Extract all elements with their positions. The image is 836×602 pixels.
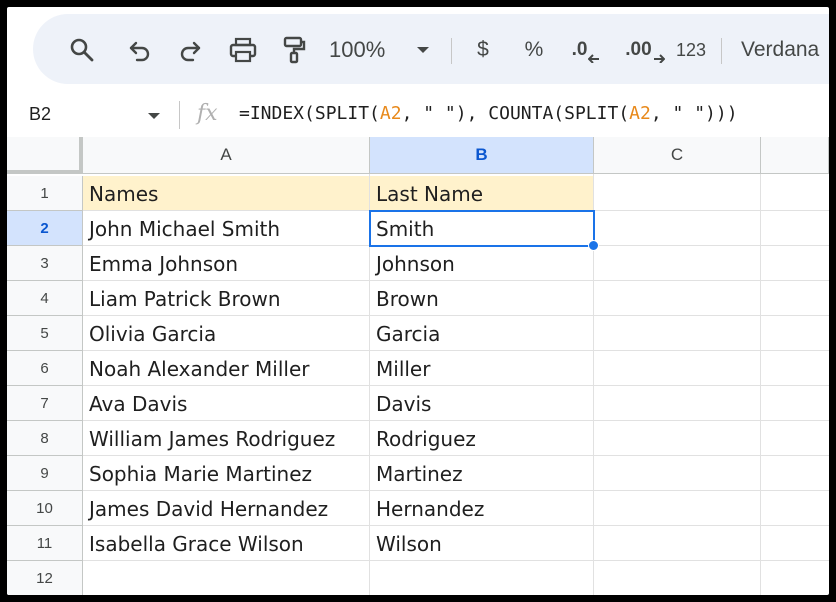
cell-empty[interactable] [761,386,829,421]
column-header-d[interactable] [761,137,829,174]
cell-a9[interactable]: Sophia Marie Martinez [83,456,370,491]
column-header-b[interactable]: B [370,137,594,174]
cell-empty[interactable] [594,386,761,421]
formula-cell-reference: A2 [379,103,402,124]
cell-a11[interactable]: Isabella Grace Wilson [83,526,370,561]
column-gridline [760,174,761,595]
arrow-right-icon [653,54,665,63]
row-header[interactable]: 2 [7,211,83,246]
row-header[interactable]: 11 [7,526,83,561]
fill-handle[interactable] [588,240,599,251]
spreadsheet-window: 100% $ % .0 .00 123 Verdana B2 fx =INDEX… [7,7,829,595]
font-family-select[interactable]: Verdana [741,34,829,66]
cell-b12[interactable] [370,561,594,595]
zoom-select[interactable]: 100% [329,34,397,66]
cell-empty[interactable] [594,351,761,386]
cell-empty[interactable] [761,246,829,281]
cell-a3[interactable]: Emma Johnson [83,246,370,281]
paint-format-icon[interactable] [277,34,311,66]
column-gridline [369,174,370,595]
cell-a10[interactable]: James David Hernandez [83,491,370,526]
formula-bar-divider [179,101,180,129]
name-box-dropdown-icon[interactable] [147,111,161,121]
toolbar-divider [721,38,722,64]
column-header-c[interactable]: C [594,137,761,174]
row-header[interactable]: 5 [7,316,83,351]
cell-empty[interactable] [761,281,829,316]
redo-icon[interactable] [173,34,207,66]
cell-a6[interactable]: Noah Alexander Miller [83,351,370,386]
cell-empty[interactable] [594,421,761,456]
cell-a8[interactable]: William James Rodriguez [83,421,370,456]
cell-empty[interactable] [594,246,761,281]
formula-cell-reference: A2 [629,103,651,124]
row-header[interactable]: 8 [7,421,83,456]
row-header[interactable]: 6 [7,351,83,386]
increase-decimal-button[interactable]: .00 [623,34,667,66]
cell-empty[interactable] [761,526,829,561]
row-header[interactable]: 3 [7,246,83,281]
cell-empty[interactable] [594,526,761,561]
cell-empty[interactable] [594,281,761,316]
row-header[interactable]: 12 [7,561,83,595]
cell-a1[interactable]: Names [83,176,370,211]
cell-empty[interactable] [594,211,761,246]
zoom-value: 100% [329,37,386,62]
cell-a4[interactable]: Liam Patrick Brown [83,281,370,316]
cell-a7[interactable]: Ava Davis [83,386,370,421]
name-box-value: B2 [29,104,52,124]
cell-empty[interactable] [594,491,761,526]
decrease-decimal-button[interactable]: .0 [567,34,605,66]
cell-empty[interactable] [761,456,829,491]
cell-a12[interactable] [83,561,370,595]
formula-input[interactable]: =INDEX(SPLIT(A2, " "), COUNTA(SPLIT(A2, … [239,103,738,124]
cell-empty[interactable] [594,561,761,595]
cell-b7[interactable]: Davis [370,386,594,421]
row-header[interactable]: 10 [7,491,83,526]
cell-b9[interactable]: Martinez [370,456,594,491]
cell-empty[interactable] [761,491,829,526]
toolbar: 100% $ % .0 .00 123 Verdana [33,14,829,84]
cell-empty[interactable] [594,176,761,211]
cell-b5[interactable]: Garcia [370,316,594,351]
cell-b6[interactable]: Miller [370,351,594,386]
name-box[interactable]: B2 [7,93,177,137]
toolbar-divider [451,38,452,64]
cell-b10[interactable]: Hernandez [370,491,594,526]
cell-empty[interactable] [761,561,829,595]
column-gridline [593,174,594,595]
cell-empty[interactable] [761,211,829,246]
row-header[interactable]: 4 [7,281,83,316]
row-header[interactable]: 1 [7,176,83,211]
select-all-corner[interactable] [7,137,83,174]
percent-format-button[interactable]: % [519,34,549,66]
more-formats-button[interactable]: 123 [673,34,709,66]
row-header[interactable]: 9 [7,456,83,491]
cell-empty[interactable] [761,351,829,386]
formula-bar: B2 fx =INDEX(SPLIT(A2, " "), COUNTA(SPLI… [7,93,829,137]
cell-a5[interactable]: Olivia Garcia [83,316,370,351]
cell-b8[interactable]: Rodriguez [370,421,594,456]
undo-icon[interactable] [123,34,157,66]
cell-b3[interactable]: Johnson [370,246,594,281]
print-icon[interactable] [225,34,261,66]
cell-b2[interactable]: Smith [370,211,594,246]
column-header-a[interactable]: A [83,137,370,174]
arrow-left-icon [588,54,600,63]
cell-b4[interactable]: Brown [370,281,594,316]
cell-empty[interactable] [594,316,761,351]
cell-empty[interactable] [761,316,829,351]
fx-icon: fx [197,101,218,126]
cell-a2[interactable]: John Michael Smith [83,211,370,246]
cell-empty[interactable] [761,421,829,456]
cell-b1[interactable]: Last Name [370,176,594,211]
zoom-dropdown-icon[interactable] [413,34,433,66]
cell-b11[interactable]: Wilson [370,526,594,561]
sheet-grid[interactable]: A B C 1 Names Last Name 2 John Michael Smith… [7,137,829,595]
cell-empty[interactable] [761,176,829,211]
currency-format-button[interactable]: $ [469,34,497,66]
search-menus-icon[interactable] [65,34,99,66]
row-header[interactable]: 7 [7,386,83,421]
cell-empty[interactable] [594,456,761,491]
